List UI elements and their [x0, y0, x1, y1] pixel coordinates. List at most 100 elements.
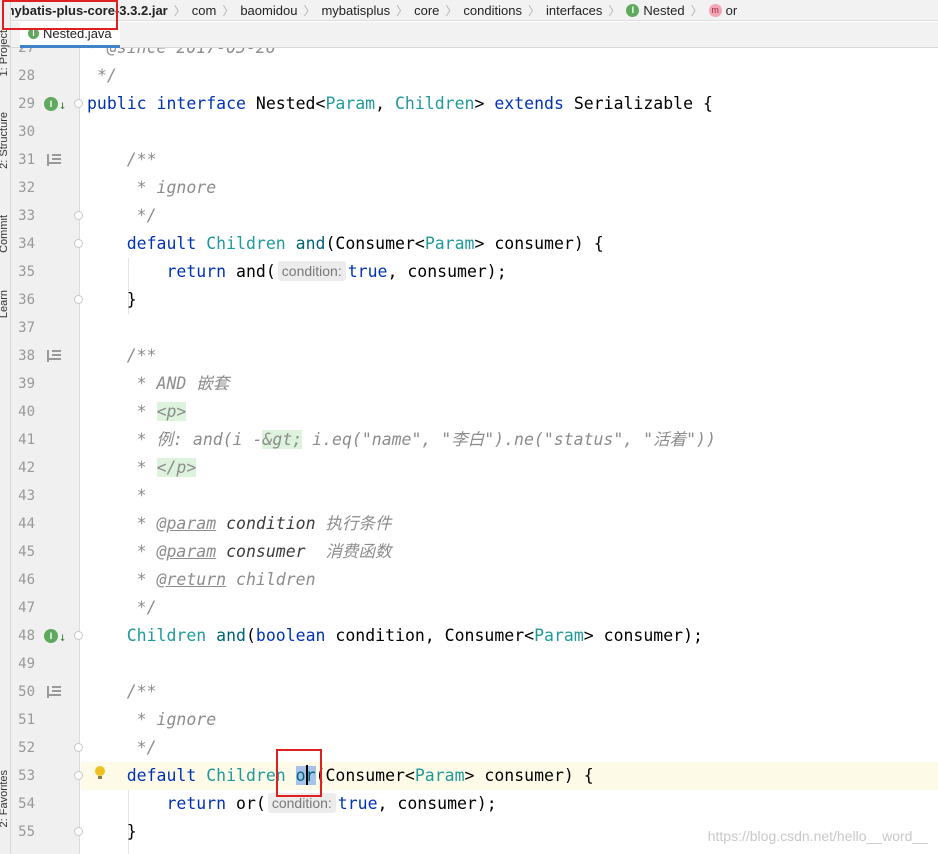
fold-icon[interactable]	[74, 99, 83, 108]
code-line-50: /**	[81, 678, 938, 706]
implemented-by-icon[interactable]: I	[44, 629, 58, 643]
comment-text: i.eq("name", "李白").ne("status", "活着"))	[302, 430, 716, 449]
comment-text: * ignore	[126, 710, 217, 729]
breadcrumb-conditions[interactable]: conditions	[460, 3, 525, 18]
breadcrumb-or[interactable]: m or	[706, 3, 741, 18]
code-line-35: return and(condition: true, consumer);	[81, 258, 938, 286]
code-text: condition, Consumer<	[325, 626, 535, 645]
code-text: }	[126, 822, 137, 841]
editor-gutter[interactable]: 27 28 29 30 31 32 33 34 35 36 37 38 39 40 41 42 43 44 45 46…	[11, 40, 105, 854]
line-number: 52	[18, 740, 35, 756]
fold-icon[interactable]	[74, 631, 83, 640]
fold-icon[interactable]	[74, 771, 83, 780]
type-name: Serializable {	[573, 94, 713, 113]
breadcrumb-com[interactable]: com	[189, 3, 220, 18]
intention-bulb-icon[interactable]	[95, 766, 105, 779]
commit-tool-button[interactable]: Commit	[0, 215, 10, 253]
breadcrumb-interfaces[interactable]: interfaces	[543, 3, 605, 18]
code-line-27: * @since 2017-05-26	[81, 48, 938, 62]
code-line-52: */	[81, 734, 938, 762]
breadcrumb-nested[interactable]: I Nested	[623, 3, 687, 18]
arrow-down-icon: ↓	[59, 630, 67, 644]
line-number: 33	[18, 208, 35, 224]
line-number: 51	[18, 712, 35, 728]
fold-icon[interactable]	[74, 295, 83, 304]
doc-rendered-icon[interactable]	[47, 350, 61, 362]
line-number: 38	[18, 348, 35, 364]
favorites-tool-button[interactable]: 2: Favorites	[0, 770, 10, 827]
code-line-46: * @return children	[81, 566, 938, 594]
code-text: (	[245, 626, 256, 645]
code-text: > consumer) {	[464, 766, 594, 785]
line-number: 53	[18, 768, 35, 784]
fold-icon[interactable]	[74, 239, 83, 248]
code-line-38: /**	[81, 342, 938, 370]
line-number: 35	[18, 264, 35, 280]
fold-icon[interactable]	[74, 743, 83, 752]
chevron-right-icon: 〉	[396, 3, 409, 18]
comment-text: */	[126, 598, 157, 617]
arrow-down-icon: ↓	[59, 98, 67, 112]
line-number: 40	[18, 404, 35, 420]
implemented-by-icon[interactable]: I	[44, 97, 58, 111]
code-text: (Consumer<	[315, 766, 415, 785]
punctuation: ,	[375, 94, 395, 113]
keyword: return	[166, 262, 227, 281]
chevron-right-icon: 〉	[173, 3, 186, 18]
project-tool-button[interactable]: 1: Project	[0, 30, 10, 76]
line-number: 44	[18, 516, 35, 532]
javadoc-tag: @param	[156, 514, 217, 533]
comment-text: */	[96, 66, 117, 85]
code-text: and(	[236, 262, 276, 281]
keyword: boolean	[255, 626, 326, 645]
line-number: 34	[18, 236, 35, 252]
line-number: 50	[18, 684, 35, 700]
comment-text: * AND 嵌套	[126, 374, 230, 393]
keyword: true	[337, 794, 378, 813]
comment-text: * 例: and(i -	[126, 430, 263, 449]
code-line-28: */	[81, 62, 938, 90]
breadcrumb-core[interactable]: core	[411, 3, 442, 18]
comment-text: * ignore	[126, 178, 217, 197]
type-param: Param	[325, 94, 376, 113]
learn-tool-button[interactable]: Learn	[0, 290, 10, 318]
breadcrumb-baomidou[interactable]: baomidou	[237, 3, 300, 18]
javadoc-tag: @return	[156, 570, 227, 589]
fold-icon[interactable]	[74, 827, 83, 836]
comment-text: /**	[126, 346, 157, 365]
type-param: Children	[126, 626, 207, 645]
breadcrumb-mybatisplus[interactable]: mybatisplus	[318, 3, 393, 18]
code-text: , consumer);	[387, 262, 507, 281]
code-line-41: * 例: and(i -&gt; i.eq("name", "李白").ne("…	[81, 426, 938, 454]
punctuation: <	[315, 94, 326, 113]
punctuation: >	[474, 94, 485, 113]
fold-icon[interactable]	[74, 211, 83, 220]
comment-text: *	[126, 514, 157, 533]
comment-text: 执行条件	[315, 514, 392, 533]
parameter-hint: condition:	[277, 261, 346, 281]
code-line-53: default Children or(Consumer<Param> cons…	[81, 762, 938, 790]
structure-tool-button[interactable]: 2: Structure	[0, 112, 10, 169]
code-line-42: * </p>	[81, 454, 938, 482]
code-line-47: */	[81, 594, 938, 622]
doc-rendered-icon[interactable]	[47, 686, 61, 698]
code-line-29: public interface Nested<Param, Children>…	[81, 90, 938, 118]
code-line-45: * @param consumer 消费函数	[81, 538, 938, 566]
annotation-box-jar	[2, 0, 118, 30]
code-text: (Consumer<	[325, 234, 425, 253]
code-line-48: Children and(boolean condition, Consumer…	[81, 622, 938, 650]
code-editor[interactable]: * @since 2017-05-26 */ public interface …	[81, 48, 938, 854]
method-name: and	[216, 626, 246, 645]
comment-text: * @since 2017-05-26	[87, 48, 276, 57]
chevron-right-icon: 〉	[222, 3, 235, 18]
line-number: 39	[18, 376, 35, 392]
type-param: Param	[414, 766, 465, 785]
interface-icon: I	[626, 3, 640, 17]
line-number: 45	[18, 544, 35, 560]
html-entity: &gt;	[262, 430, 303, 449]
javadoc-param: consumer	[226, 542, 306, 561]
method-name: and	[295, 234, 326, 253]
chevron-right-icon: 〉	[608, 3, 621, 18]
chevron-right-icon: 〉	[445, 3, 458, 18]
doc-rendered-icon[interactable]	[47, 154, 61, 166]
